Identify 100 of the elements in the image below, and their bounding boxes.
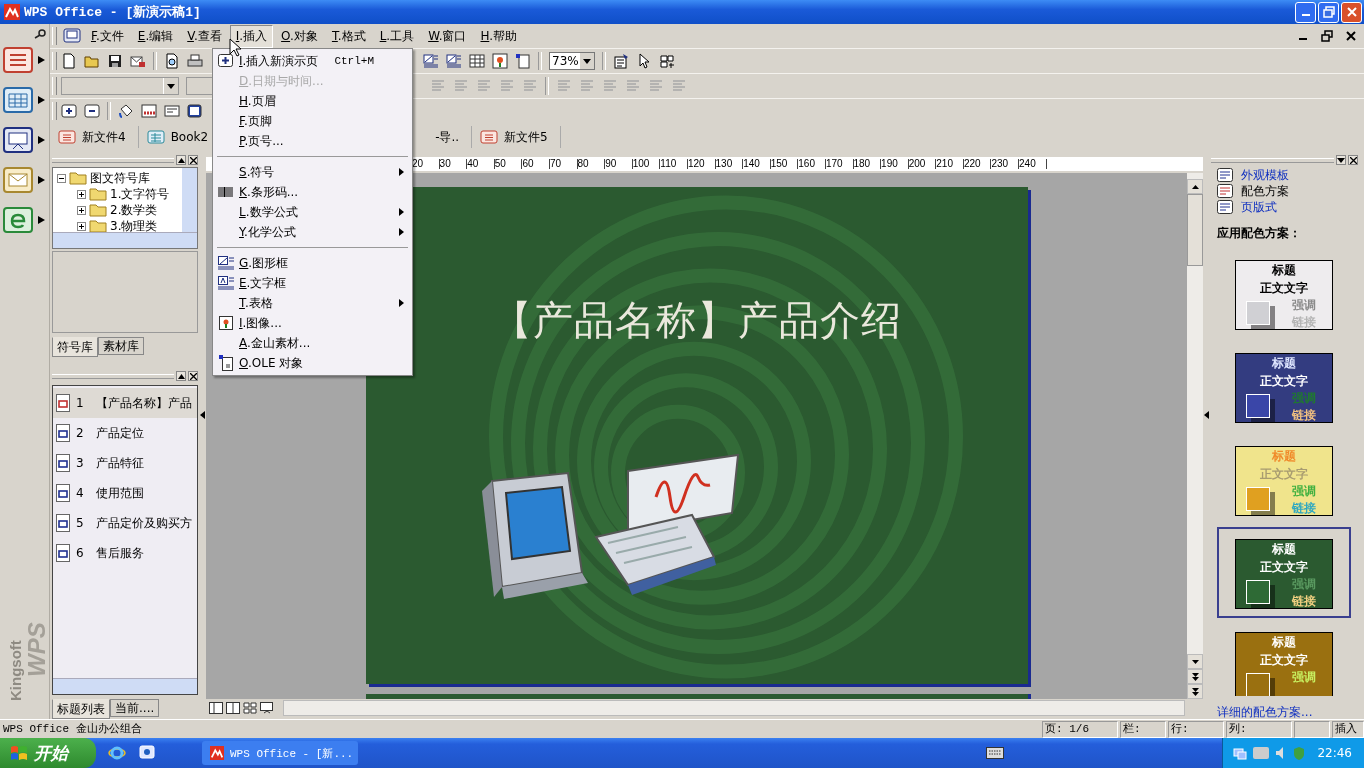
panel-tab[interactable]: 符号库	[52, 337, 98, 357]
menu-item[interactable]: I.插入新演示页 Ctrl+M	[213, 51, 412, 71]
task-pane-link[interactable]: 配色方案	[1241, 182, 1289, 200]
slide[interactable]: 【产品名称】产品介绍	[366, 187, 1028, 684]
document-icon[interactable]	[63, 28, 81, 44]
detailed-color-schemes-link[interactable]: 详细的配色方案...	[1217, 704, 1358, 721]
table-icon[interactable]	[469, 53, 485, 69]
projector-app-button[interactable]	[3, 127, 45, 153]
print-icon[interactable]	[187, 53, 203, 69]
scheme-accent-text: 强调	[1292, 576, 1316, 593]
save-icon[interactable]	[107, 53, 123, 69]
horizontal-scrollbar[interactable]	[53, 678, 197, 694]
scrollbar-thumb[interactable]	[1187, 194, 1203, 266]
arrow-icon	[38, 216, 45, 224]
taskbar-button[interactable]: WPS Office - [新...	[202, 741, 358, 765]
color-scheme-icon[interactable]	[141, 103, 157, 119]
horizontal-scrollbar[interactable]	[53, 232, 197, 248]
slide-list-item[interactable]: 1 【产品名称】产品	[53, 388, 197, 418]
keyboard-icon[interactable]	[986, 747, 1004, 759]
print-preview-icon[interactable]	[164, 53, 180, 69]
image-icon[interactable]	[492, 53, 508, 69]
panel-tab[interactable]: 素材库	[98, 337, 144, 355]
slide-list-item[interactable]: 3 产品特征	[53, 448, 197, 478]
document-tab[interactable]: 新文件4	[54, 126, 139, 148]
layout-icon[interactable]	[164, 103, 180, 119]
slideshow-icon[interactable]	[260, 702, 274, 714]
menu-item[interactable]: O.对象	[275, 24, 324, 48]
pin-icon[interactable]	[34, 29, 46, 39]
close-button[interactable]	[188, 155, 198, 165]
tree-item[interactable]: 图文符号库	[90, 170, 150, 186]
document-tab[interactable]: 新文件5	[476, 126, 561, 148]
color-scheme-card[interactable]: 标题 正文文字 强调 链接	[1235, 260, 1333, 330]
menu-item[interactable]: E.编辑	[131, 24, 180, 48]
menu-item[interactable]: W.窗口	[422, 24, 473, 48]
grid-icon[interactable]	[659, 53, 675, 69]
menu-item[interactable]: H.页眉	[213, 91, 412, 111]
normal-view-icon[interactable]	[209, 702, 223, 714]
collapse-arrow-icon[interactable]	[199, 411, 205, 419]
tree-item[interactable]: 3.物理类	[110, 218, 158, 234]
collapse-button[interactable]	[176, 371, 186, 381]
restore-button[interactable]	[1318, 28, 1336, 44]
slide-list-item[interactable]: 6 售后服务	[53, 538, 197, 568]
expand-icon[interactable]	[77, 189, 86, 199]
new-slide-icon[interactable]	[61, 103, 77, 119]
menu-item[interactable]: F.文件	[85, 24, 130, 48]
delete-slide-icon[interactable]	[84, 103, 100, 119]
slide-design-icon[interactable]	[187, 103, 203, 119]
collapse-arrow-icon[interactable]	[1203, 411, 1209, 419]
tree-item[interactable]: 2.数学类	[110, 202, 158, 218]
slide-list-item[interactable]: 4 使用范围	[53, 478, 197, 508]
outline-view-icon[interactable]	[226, 702, 240, 714]
tree-item[interactable]: 1.文字符号	[110, 186, 170, 202]
color-scheme-card[interactable]: 标题 正文文字 强调	[1235, 632, 1333, 696]
ole-object-icon[interactable]	[515, 53, 531, 69]
panel-tab[interactable]: 标题列表	[52, 699, 110, 719]
panel-tab[interactable]: 当前....	[110, 699, 160, 717]
dropdown-button[interactable]	[1336, 155, 1346, 165]
frame-icon[interactable]	[423, 53, 439, 69]
vertical-scrollbar[interactable]	[1187, 173, 1203, 699]
menu-item[interactable]: V.查看	[181, 24, 228, 48]
mail-icon[interactable]	[130, 53, 146, 69]
menu-item[interactable]: L.工具	[373, 24, 421, 48]
close-button[interactable]	[188, 371, 198, 381]
browser-icon[interactable]	[108, 744, 126, 762]
folder-icon	[89, 203, 107, 217]
text-frame-icon[interactable]	[446, 53, 462, 69]
vertical-scrollbar[interactable]	[182, 168, 197, 232]
menu-item[interactable]: H.帮助	[474, 24, 524, 48]
scheme-body-text: 正文文字	[1260, 280, 1308, 297]
mail-app-button[interactable]	[3, 167, 45, 193]
new-document-icon[interactable]	[61, 53, 77, 69]
expand-icon[interactable]	[77, 205, 86, 215]
paint-icon[interactable]	[118, 103, 134, 119]
properties-icon[interactable]	[613, 53, 629, 69]
collapse-icon[interactable]	[57, 173, 66, 183]
task-pane-link[interactable]: 页版式	[1241, 198, 1277, 216]
network-icon[interactable]	[1233, 746, 1248, 760]
slide-list-item[interactable]: 2 产品定位	[53, 418, 197, 448]
zoom-dropdown[interactable]: 73%	[549, 52, 595, 70]
spreadsheet-app-button[interactable]	[3, 87, 45, 113]
scheme-title-text: 标题	[1272, 262, 1296, 279]
presentation-app-button[interactable]	[3, 47, 45, 73]
expand-icon[interactable]	[77, 221, 86, 231]
close-button[interactable]	[1348, 155, 1358, 165]
maximize-button[interactable]	[1318, 1, 1339, 23]
menu-item[interactable]: T.格式	[325, 24, 372, 48]
color-scheme-card[interactable]: 标题 正文文字 强调 链接	[1235, 539, 1333, 609]
caret-icon	[167, 83, 175, 89]
slide-sorter-icon[interactable]	[243, 702, 257, 714]
document-tab[interactable]: -导..	[435, 126, 473, 148]
collapse-button[interactable]	[176, 155, 186, 165]
browser-app-button[interactable]	[3, 207, 45, 233]
slide-list-item[interactable]: 5 产品定价及购买方	[53, 508, 197, 538]
color-scheme-card[interactable]: 标题 正文文字 强调 链接	[1235, 353, 1333, 423]
horizontal-scrollbar[interactable]	[283, 700, 1185, 716]
open-folder-icon[interactable]	[84, 53, 100, 69]
desktop-icon[interactable]	[138, 744, 156, 762]
task-pane-link[interactable]: 外观模板	[1241, 166, 1289, 184]
col-indicator: 列:	[1226, 720, 1292, 738]
pointer-icon[interactable]	[636, 53, 652, 69]
